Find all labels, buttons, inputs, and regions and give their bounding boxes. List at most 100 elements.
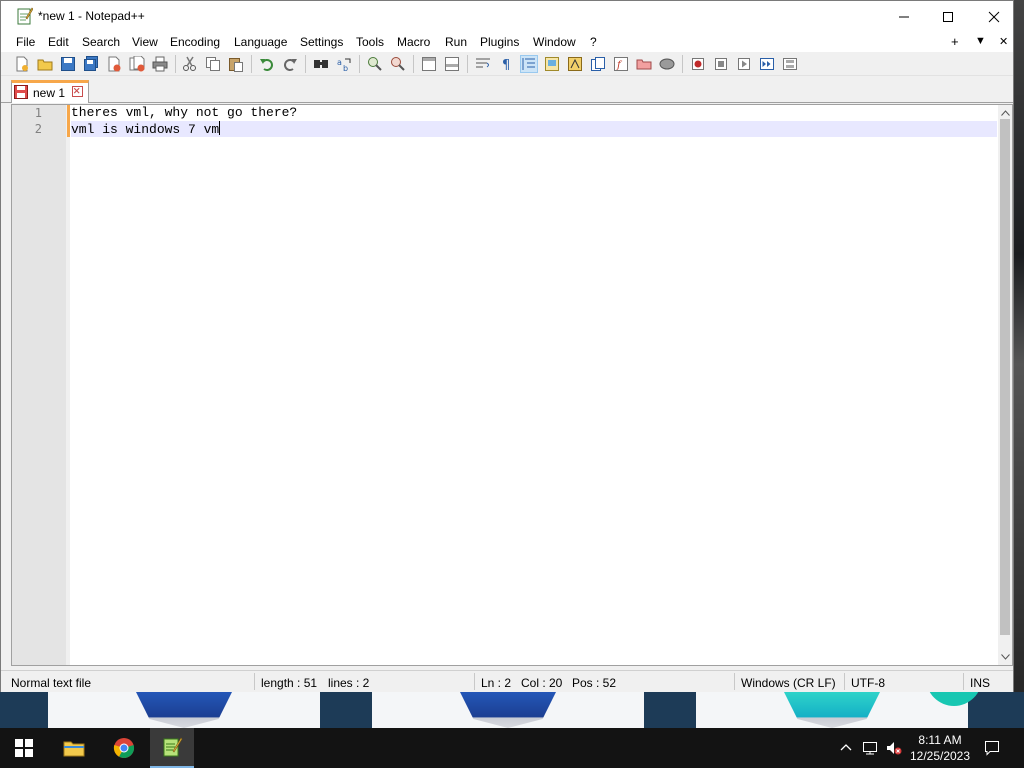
menu-edit[interactable]: Edit [48, 35, 69, 49]
toolbar-separator [682, 55, 683, 73]
notification-center-icon[interactable] [984, 740, 1000, 756]
status-lines: lines : 2 [328, 676, 370, 690]
toolbar: ab ¶ f [1, 52, 1013, 76]
new-tab-button[interactable]: + [951, 34, 959, 49]
replace-icon[interactable]: ab [335, 55, 353, 73]
menu-view[interactable]: View [132, 35, 158, 49]
system-clock[interactable]: 8:11 AM 12/25/2023 [906, 732, 974, 764]
file-explorer-icon[interactable] [52, 728, 96, 768]
doc-map-icon[interactable] [566, 55, 584, 73]
maximize-button[interactable] [925, 1, 971, 32]
new-file-icon[interactable] [13, 55, 31, 73]
scroll-down-arrow-icon[interactable] [1000, 651, 1010, 663]
open-file-icon[interactable] [36, 55, 54, 73]
menu-plugins[interactable]: Plugins [480, 35, 519, 49]
menu-search[interactable]: Search [82, 35, 120, 49]
change-history-marker [67, 105, 70, 121]
close-document-button[interactable]: ✕ [999, 35, 1008, 48]
record-macro-icon[interactable] [689, 55, 707, 73]
clock-time: 8:11 AM [918, 733, 962, 747]
chrome-icon[interactable] [102, 728, 146, 768]
title-bar[interactable]: *new 1 - Notepad++ [1, 1, 1013, 32]
run-macro-multiple-icon[interactable] [758, 55, 776, 73]
copy-icon[interactable] [204, 55, 222, 73]
text-editor[interactable]: 1 theres vml, why not go there? 2 vml is… [11, 104, 1013, 666]
network-icon[interactable] [862, 740, 878, 756]
menu-macro[interactable]: Macro [397, 35, 430, 49]
menu-settings[interactable]: Settings [300, 35, 343, 49]
clock-date: 12/25/2023 [909, 749, 971, 763]
change-history-marker [67, 121, 70, 137]
function-list-icon[interactable]: f [612, 55, 630, 73]
notepadpp-icon[interactable] [150, 728, 194, 768]
scrollbar-thumb[interactable] [1000, 119, 1010, 635]
zoom-out-icon[interactable] [389, 55, 407, 73]
toolbar-separator [305, 55, 306, 73]
paste-icon[interactable] [227, 55, 245, 73]
menu-language[interactable]: Language [234, 35, 287, 49]
close-all-icon[interactable] [128, 55, 146, 73]
monitoring-icon[interactable] [658, 55, 676, 73]
vertical-scrollbar[interactable] [998, 105, 1012, 665]
scroll-up-arrow-icon[interactable] [1000, 107, 1010, 119]
doc-list-icon[interactable] [589, 55, 607, 73]
svg-text:¶: ¶ [502, 58, 510, 72]
toolbar-separator [359, 55, 360, 73]
menu-help[interactable]: ? [590, 35, 597, 49]
udl-icon[interactable] [543, 55, 561, 73]
redo-icon[interactable] [281, 55, 299, 73]
word-wrap-icon[interactable] [474, 55, 492, 73]
volume-muted-icon[interactable] [886, 740, 902, 756]
status-separator [734, 673, 735, 690]
status-column: Col : 20 [521, 676, 563, 690]
notepadpp-window: *new 1 - Notepad++ File Edit Search View… [0, 0, 1014, 692]
toolbar-separator [413, 55, 414, 73]
save-icon[interactable] [59, 55, 77, 73]
status-length: length : 51 [261, 676, 318, 690]
menu-tools[interactable]: Tools [356, 35, 384, 49]
unsaved-document-icon [14, 85, 28, 99]
menu-encoding[interactable]: Encoding [170, 35, 220, 49]
wallpaper-cube [784, 692, 880, 728]
find-icon[interactable] [312, 55, 330, 73]
show-hidden-icons-chevron-icon[interactable] [838, 740, 854, 756]
show-all-chars-icon[interactable]: ¶ [497, 55, 515, 73]
line-number: 2 [34, 122, 42, 136]
status-position: Pos : 52 [572, 676, 617, 690]
menu-run[interactable]: Run [445, 35, 467, 49]
folder-as-workspace-icon[interactable] [635, 55, 653, 73]
close-icon[interactable] [105, 55, 123, 73]
toolbar-separator [251, 55, 252, 73]
code-line-current[interactable]: vml is windows 7 vm [71, 121, 997, 137]
menu-file[interactable]: File [16, 35, 35, 49]
undo-icon[interactable] [258, 55, 276, 73]
save-macro-icon[interactable] [781, 55, 799, 73]
status-separator [474, 673, 475, 690]
status-insert-mode[interactable]: INS [970, 676, 990, 690]
line-number: 1 [34, 106, 42, 120]
status-eol-format[interactable]: Windows (CR LF) [741, 676, 836, 690]
stop-macro-icon[interactable] [712, 55, 730, 73]
status-separator [844, 673, 845, 690]
start-icon[interactable] [2, 728, 46, 768]
status-encoding[interactable]: UTF-8 [851, 676, 885, 690]
tab-label: new 1 [33, 86, 66, 100]
tab-list-button[interactable]: ▼ [975, 35, 986, 47]
cut-icon[interactable] [181, 55, 199, 73]
minimize-button[interactable] [881, 1, 927, 32]
print-icon[interactable] [151, 55, 169, 73]
sync-vertical-icon[interactable] [420, 55, 438, 73]
menu-window[interactable]: Window [533, 35, 576, 49]
save-all-icon[interactable] [82, 55, 100, 73]
sync-horizontal-icon[interactable] [443, 55, 461, 73]
tab-new-1[interactable]: new 1 [11, 80, 89, 103]
indent-guide-icon[interactable] [520, 55, 538, 73]
wallpaper-cube [460, 692, 556, 728]
tab-close-icon[interactable] [72, 86, 83, 97]
status-file-type: Normal text file [11, 676, 92, 690]
zoom-in-icon[interactable] [366, 55, 384, 73]
fold-margin [66, 105, 70, 665]
close-window-button[interactable] [971, 1, 1017, 32]
code-line[interactable]: theres vml, why not go there? [71, 105, 997, 121]
play-macro-icon[interactable] [735, 55, 753, 73]
